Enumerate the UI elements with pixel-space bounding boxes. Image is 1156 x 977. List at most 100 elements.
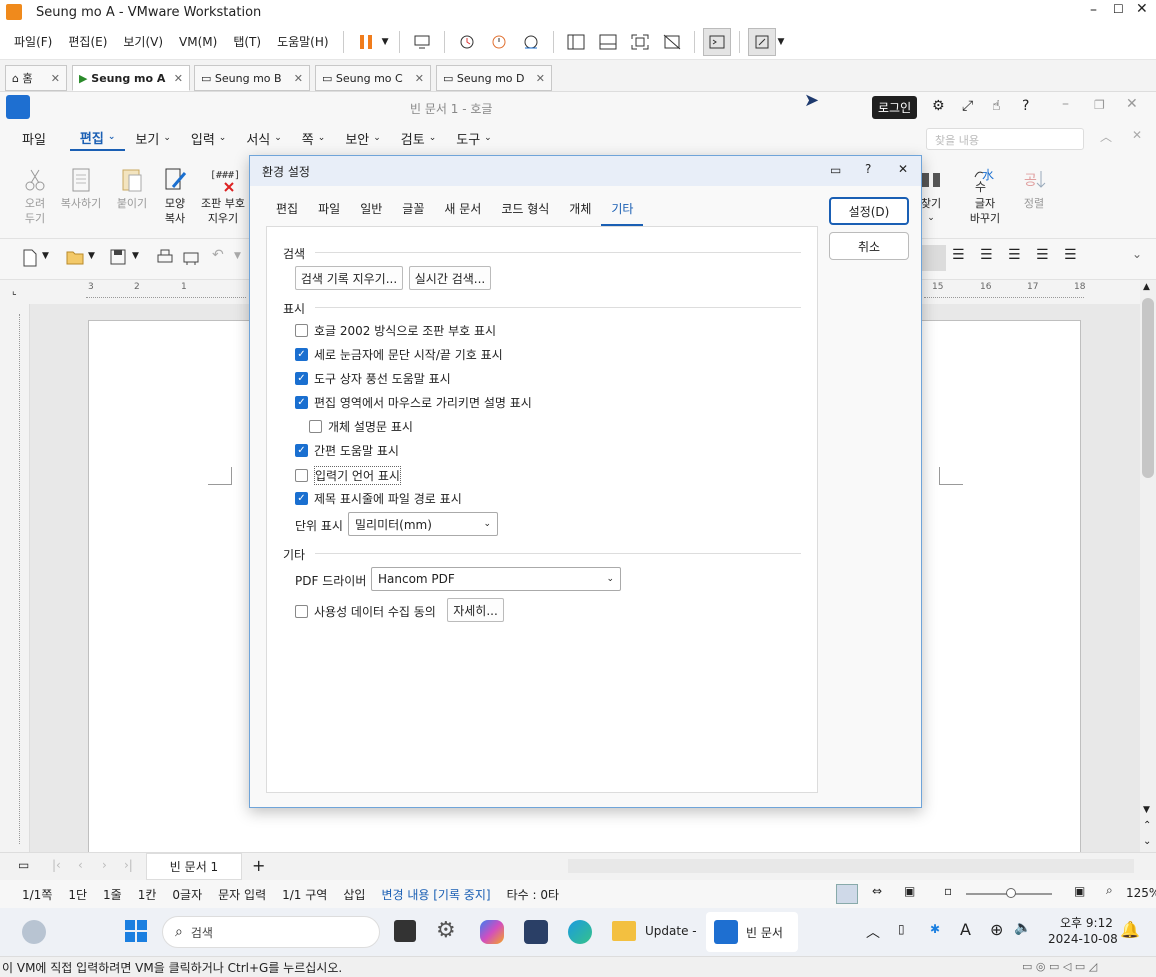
menu-edit[interactable]: 편집 ⌄ — [69, 125, 126, 151]
tab-edit[interactable]: 편집 — [266, 194, 308, 226]
menu-tabs[interactable]: 탭(T) — [225, 33, 269, 50]
settings-gear-icon[interactable]: ⚙ — [436, 918, 456, 943]
taskbar-app-hwp[interactable]: 빈 문서 — [706, 912, 798, 952]
maximize-icon[interactable]: ☐ — [1113, 2, 1124, 16]
check-hover-description[interactable]: ✓ 편집 영역에서 마우스로 가리키면 설명 표시 — [295, 394, 532, 411]
tab-code-format[interactable]: 코드 형식 — [491, 194, 559, 226]
align-left-icon[interactable]: ☰ — [952, 247, 965, 263]
menu-help[interactable]: 도움말(H) — [269, 33, 337, 50]
close-tab-icon[interactable]: ✕ — [294, 72, 303, 85]
pdf-driver-select[interactable]: Hancom PDF ⌄ — [371, 567, 621, 591]
help-icon[interactable]: ? — [1022, 98, 1029, 114]
help-icon[interactable]: ? — [865, 162, 871, 176]
add-tab-icon[interactable]: + — [252, 856, 265, 875]
close-icon[interactable]: ✕ — [1136, 1, 1148, 17]
prev-tab-icon[interactable]: ‹ — [78, 858, 83, 872]
edge-icon[interactable] — [568, 920, 592, 944]
menu-view[interactable]: 보기(V) — [115, 33, 171, 50]
check-vruler-para-marks[interactable]: ✓ 세로 눈금자에 문단 시작/끝 기호 표시 — [295, 346, 503, 363]
scroll-down-icon[interactable]: ▼ — [1143, 805, 1150, 815]
check-title-file-path[interactable]: ✓ 제목 표시줄에 파일 경로 표시 — [295, 490, 462, 507]
erase-codes-button[interactable]: [###] 조판 부호 지우기 — [197, 164, 249, 226]
replace-button[interactable]: 水 수 글자 바꾸기 — [960, 164, 1010, 226]
login-button[interactable]: 로그인 — [872, 96, 918, 119]
zoom-thumb[interactable] — [1006, 888, 1016, 898]
chevron-down-icon[interactable]: ▼ — [42, 251, 49, 261]
check-usage-data[interactable]: 사용성 데이터 수집 동의 — [295, 603, 436, 620]
network-icon[interactable]: ⊕ — [990, 920, 1003, 939]
full-screen-icon[interactable] — [626, 28, 654, 56]
align-center-icon[interactable]: ☰ — [980, 247, 993, 263]
chevron-down-icon[interactable]: ▼ — [234, 251, 241, 261]
collapse-ribbon-icon[interactable]: ︿ — [1100, 128, 1112, 145]
stretch-dropdown-icon[interactable]: ▼ — [778, 37, 785, 47]
tab-seung-mo-c[interactable]: ▭ Seung mo C ✕ — [315, 65, 431, 91]
settings-gear-icon[interactable]: ⚙ — [932, 98, 945, 114]
checkbox-checked[interactable]: ✓ — [295, 396, 308, 409]
minimize-icon[interactable]: – — [1090, 2, 1097, 18]
menu-edit[interactable]: 편집(E) — [60, 33, 115, 50]
checkbox[interactable] — [295, 469, 308, 482]
distribute-icon[interactable]: ☰ — [1036, 247, 1049, 263]
zoom-out-icon[interactable]: ▫ — [944, 884, 952, 898]
tab-seung-mo-a[interactable]: ▶ Seung mo A ✕ — [72, 65, 190, 91]
tab-general[interactable]: 일반 — [350, 194, 392, 226]
file-explorer-icon[interactable] — [612, 921, 636, 941]
last-tab-icon[interactable]: ›| — [124, 858, 133, 872]
tab-stop-icon[interactable]: ⌞ — [12, 286, 17, 297]
pause-icon[interactable] — [352, 28, 380, 56]
more-chevron-icon[interactable]: ⌄ — [1132, 247, 1142, 261]
new-document-icon[interactable] — [22, 249, 38, 270]
scroll-up-icon[interactable]: ▲ — [1143, 282, 1150, 292]
snapshot-icon[interactable] — [453, 28, 481, 56]
sort-button[interactable]: 공 정렬 — [1014, 164, 1054, 211]
menu-file[interactable]: 파일(F) — [6, 33, 60, 50]
menu-insert[interactable]: 입력 ⌄ — [181, 129, 236, 148]
check-tooltips[interactable]: ✓ 도구 상자 풍선 도움말 표시 — [295, 370, 451, 387]
start-icon[interactable] — [124, 919, 148, 946]
realtime-search-button[interactable]: 실시간 검색... — [409, 266, 491, 290]
close-tab-icon[interactable]: ✕ — [415, 72, 424, 85]
checkbox-checked[interactable]: ✓ — [295, 372, 308, 385]
close-tab-icon[interactable]: ✕ — [174, 72, 183, 85]
snapshot-manager-icon[interactable] — [517, 28, 545, 56]
restore-icon[interactable]: ❐ — [1094, 98, 1105, 112]
tab-font[interactable]: 글꼴 — [392, 194, 434, 226]
horizontal-scrollbar[interactable] — [568, 859, 1134, 873]
tab-seung-mo-d[interactable]: ▭ Seung mo D ✕ — [436, 65, 552, 91]
align-justify-icon[interactable] — [922, 245, 946, 271]
cut-button[interactable]: 오려 두기 — [15, 164, 55, 226]
menu-view[interactable]: 보기 ⌄ — [125, 129, 180, 148]
ime-icon[interactable]: A — [960, 920, 971, 939]
copy-button[interactable]: 복사하기 — [58, 164, 104, 211]
bluetooth-icon[interactable]: ✱ — [930, 922, 940, 936]
comment-icon[interactable]: ▭ — [830, 163, 841, 177]
checkbox-checked[interactable]: ✓ — [295, 444, 308, 457]
notification-bell-icon[interactable]: 🔔 — [1120, 920, 1140, 939]
revert-snapshot-icon[interactable] — [485, 28, 513, 56]
touch-mode-icon[interactable]: ☝ — [992, 98, 1001, 114]
chevron-down-icon[interactable]: ▼ — [88, 251, 95, 261]
view-icon[interactable]: ▭ — [18, 858, 29, 872]
checkbox-checked[interactable]: ✓ — [295, 348, 308, 361]
tab-file[interactable]: 파일 — [308, 194, 350, 226]
tab-etc[interactable]: 기타 — [601, 194, 644, 226]
stretch-guest-icon[interactable] — [747, 27, 776, 56]
menu-file[interactable]: 파일 — [12, 129, 56, 148]
status-insert[interactable]: 삽입 — [343, 886, 365, 903]
close-tab-icon[interactable]: ✕ — [536, 72, 545, 85]
clock-date[interactable]: 2024-10-08 — [1048, 932, 1118, 946]
checkbox[interactable] — [295, 605, 308, 618]
tab-seung-mo-b[interactable]: ▭ Seung mo B ✕ — [194, 65, 310, 91]
undo-icon[interactable]: ↶ — [212, 247, 224, 263]
paste-button[interactable]: 붙이기 — [112, 164, 152, 211]
menu-format[interactable]: 서식 ⌄ — [236, 129, 291, 148]
weather-icon[interactable] — [22, 920, 46, 944]
zoom-search-icon[interactable]: ⌕ — [1106, 883, 1113, 898]
page-view-icon[interactable] — [836, 884, 858, 904]
checkbox-checked[interactable]: ✓ — [295, 492, 308, 505]
tray-chevron-icon[interactable]: ︿ — [866, 922, 880, 942]
checkbox[interactable] — [309, 420, 322, 433]
cancel-button[interactable]: 취소 — [829, 232, 909, 260]
zoom-in-icon[interactable]: ▣ — [1074, 884, 1085, 898]
